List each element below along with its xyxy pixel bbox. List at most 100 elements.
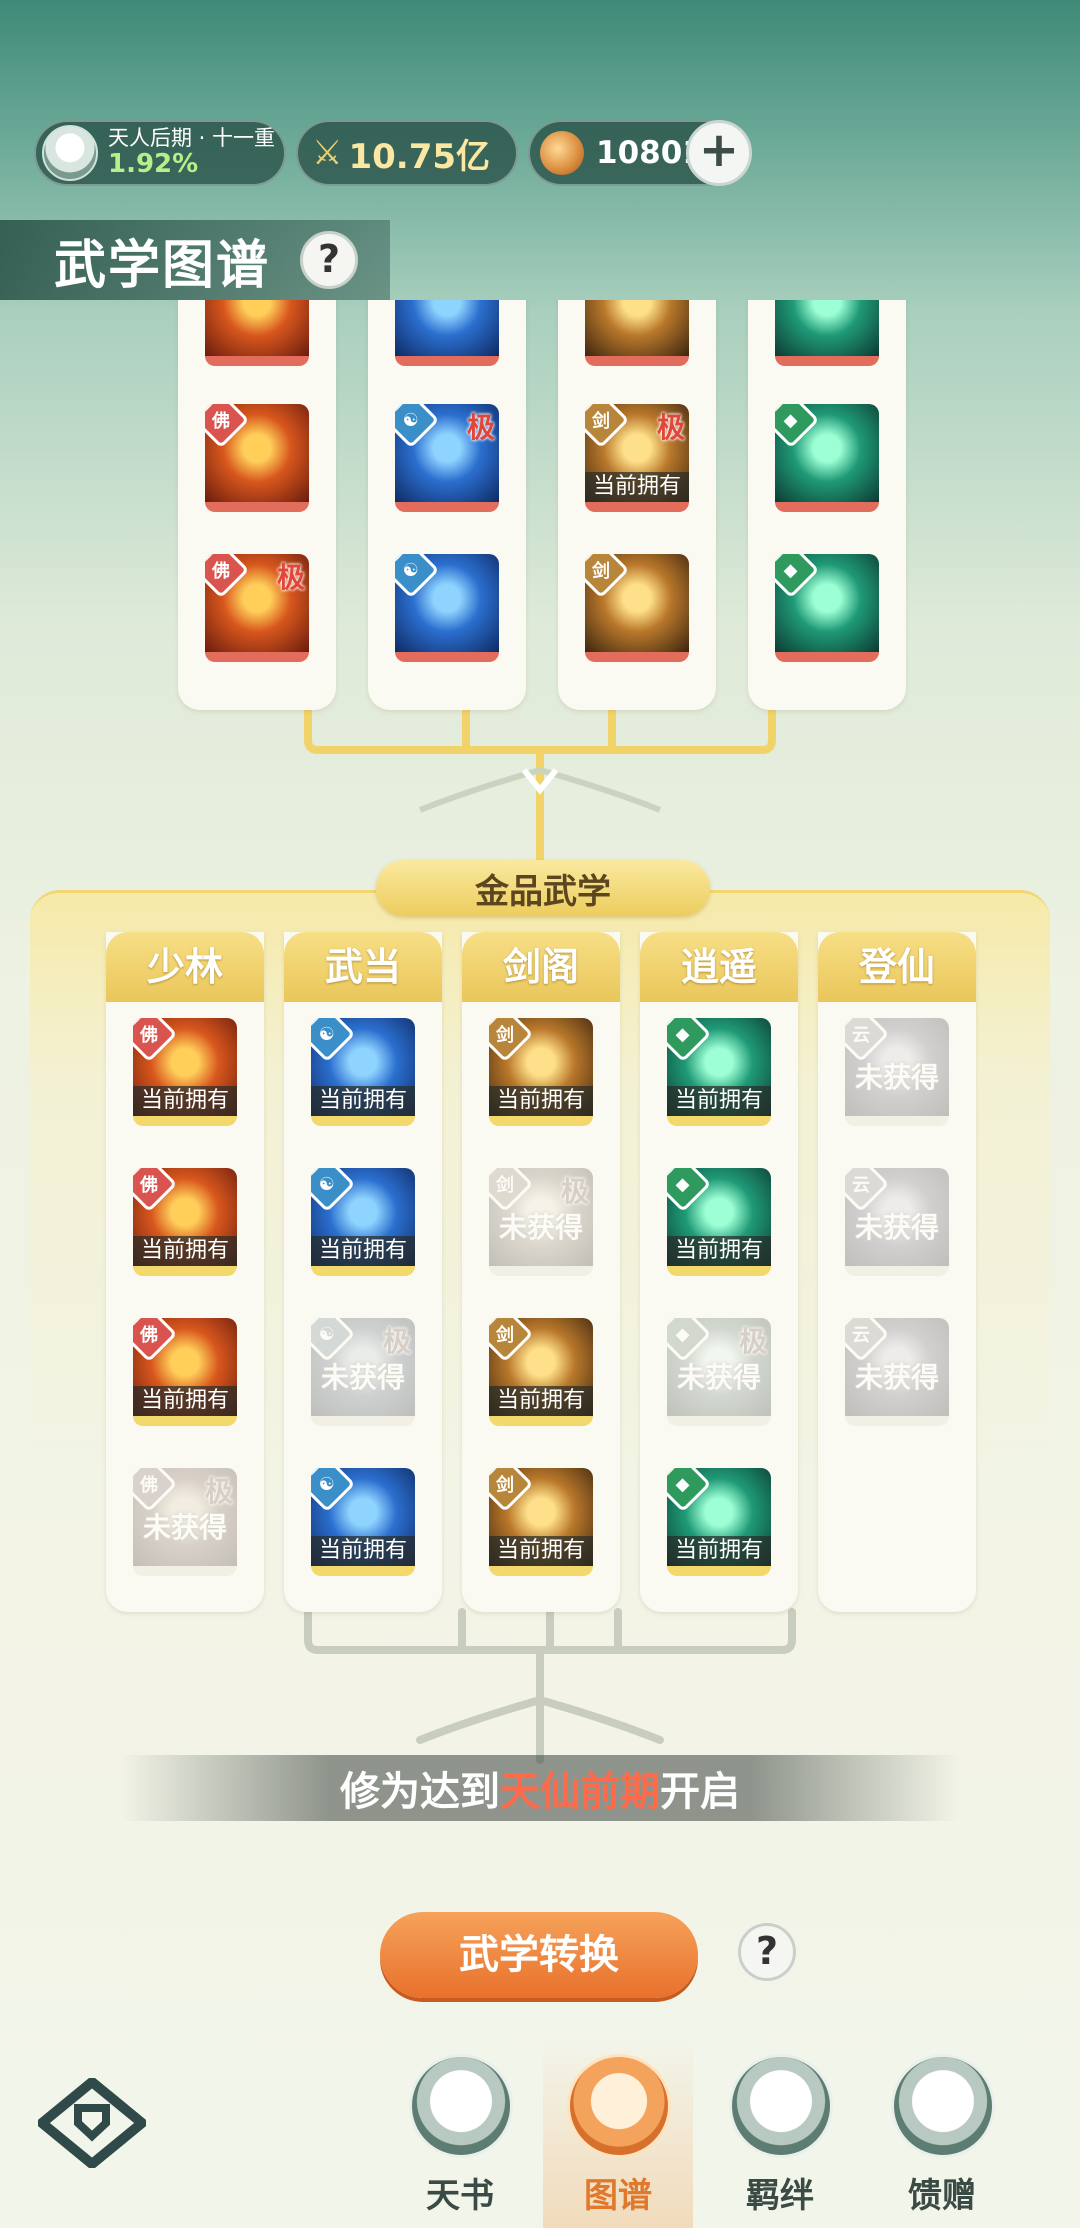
skill-tile[interactable]: ☯ 当前拥有 xyxy=(311,1468,415,1576)
unowned-label: 未获得 xyxy=(142,1511,227,1544)
unlock-notice: 修为达到 天仙前期 开启 xyxy=(120,1755,960,1821)
skill-tile[interactable]: 剑当前拥有 xyxy=(489,1018,593,1126)
extreme-grade-mark: 极 xyxy=(466,411,495,444)
skill-tile[interactable]: ◆ 极未获得 xyxy=(667,1318,771,1426)
sect-header[interactable]: 登仙 xyxy=(818,932,976,1002)
rank-name: 天人后期 · 十一重 xyxy=(108,126,276,151)
skill-tile[interactable]: ◆ xyxy=(775,300,879,366)
sect-header[interactable]: 逍遥 xyxy=(640,932,798,1002)
skill-tile[interactable]: ◆ xyxy=(775,554,879,662)
skill-tile[interactable]: 云未获得 xyxy=(845,1018,949,1126)
extreme-grade-mark: 极 xyxy=(382,1325,411,1358)
skill-art-icon xyxy=(775,300,879,356)
skill-tile[interactable]: 佛极未获得 xyxy=(133,1468,237,1576)
unowned-label: 未获得 xyxy=(320,1361,405,1394)
skill-tree-scroll-area[interactable]: 佛佛佛极☯☯极☯剑剑极当前拥有剑◆◆◆ 金品武学 少林佛当前拥有佛当前拥有佛当前… xyxy=(30,300,1050,1820)
unowned-label: 未获得 xyxy=(676,1361,761,1394)
skill-tile[interactable]: ☯ 极未获得 xyxy=(311,1318,415,1426)
unowned-label: 未获得 xyxy=(854,1361,939,1394)
home-diamond-icon[interactable] xyxy=(38,2078,146,2168)
owned-label: 当前拥有 xyxy=(311,1236,415,1266)
unowned-label: 未获得 xyxy=(498,1211,583,1244)
gift-icon xyxy=(891,2054,995,2158)
skill-tile[interactable]: ◆ xyxy=(775,404,879,512)
skill-art-icon xyxy=(395,300,499,356)
owned-label: 当前拥有 xyxy=(133,1386,237,1416)
title-bar: 武学图谱 ? xyxy=(0,220,390,300)
unlock-prefix: 修为达到 xyxy=(340,1769,500,1815)
skill-tile[interactable]: ◆ 当前拥有 xyxy=(667,1468,771,1576)
owned-label: 当前拥有 xyxy=(585,472,689,502)
extreme-grade-mark: 极 xyxy=(738,1325,767,1358)
player-avatar[interactable] xyxy=(42,125,98,181)
nav-tab-label: 馈赠 xyxy=(908,2176,976,2216)
scroll-map-icon xyxy=(567,2054,671,2158)
sect-header[interactable]: 武当 xyxy=(284,932,442,1002)
rank-chip[interactable]: 天人后期 · 十一重 1.92% xyxy=(34,120,286,186)
nav-tab-2[interactable]: 羁绊 xyxy=(705,2040,855,2228)
page-title: 武学图谱 xyxy=(54,235,271,296)
skill-tile[interactable]: ◆ 当前拥有 xyxy=(667,1018,771,1126)
combat-power-value: 10.75亿 xyxy=(348,136,491,177)
skill-tile[interactable]: 剑极未获得 xyxy=(489,1168,593,1276)
nav-tab-0[interactable]: 天书 xyxy=(385,2040,535,2228)
combat-power-chip: ⚔ 10.75亿 xyxy=(296,120,518,186)
sect-header[interactable]: 剑阁 xyxy=(462,932,620,1002)
skill-tile[interactable]: 佛 xyxy=(205,300,309,366)
extreme-grade-mark: 极 xyxy=(204,1475,233,1508)
unlock-suffix: 开启 xyxy=(660,1769,740,1815)
crossed-swords-icon: ⚔ xyxy=(312,133,343,173)
unlock-requirement: 天仙前期 xyxy=(500,1769,660,1815)
owned-label: 当前拥有 xyxy=(489,1536,593,1566)
owned-label: 当前拥有 xyxy=(311,1536,415,1566)
skill-tile[interactable]: 剑 xyxy=(585,554,689,662)
extreme-grade-mark: 极 xyxy=(560,1175,589,1208)
owned-label: 当前拥有 xyxy=(667,1536,771,1566)
owned-label: 当前拥有 xyxy=(489,1386,593,1416)
help-button[interactable]: ? xyxy=(300,231,359,289)
owned-label: 当前拥有 xyxy=(667,1086,771,1116)
add-currency-button[interactable]: + xyxy=(686,120,752,186)
skill-tile[interactable]: 云未获得 xyxy=(845,1318,949,1426)
unowned-label: 未获得 xyxy=(854,1211,939,1244)
owned-label: 当前拥有 xyxy=(133,1236,237,1266)
skill-tile[interactable]: ☯ 极 xyxy=(395,404,499,512)
skill-art-icon xyxy=(585,300,689,356)
rank-progress: 1.92% xyxy=(108,149,199,180)
skill-tile[interactable]: ☯ xyxy=(395,554,499,662)
currency-chip: 10801 + xyxy=(528,120,752,186)
skill-tile[interactable]: 剑当前拥有 xyxy=(489,1468,593,1576)
owned-label: 当前拥有 xyxy=(311,1086,415,1116)
gold-tier-banner: 金品武学 xyxy=(376,860,710,916)
skill-tile[interactable]: ◆ 当前拥有 xyxy=(667,1168,771,1276)
book-icon xyxy=(409,2054,513,2158)
skill-art-icon xyxy=(205,300,309,356)
skill-tile[interactable]: ☯ xyxy=(395,300,499,366)
convert-help-button[interactable]: ? xyxy=(738,1923,796,1981)
skill-tile[interactable]: ☯ 当前拥有 xyxy=(311,1168,415,1276)
unowned-label: 未获得 xyxy=(854,1061,939,1094)
nav-tab-label: 羁绊 xyxy=(746,2176,814,2216)
sect-header[interactable]: 少林 xyxy=(106,932,264,1002)
skill-convert-button[interactable]: 武学转换 xyxy=(380,1912,698,1998)
owned-label: 当前拥有 xyxy=(489,1086,593,1116)
owned-label: 当前拥有 xyxy=(667,1236,771,1266)
skill-tile[interactable]: 剑极当前拥有 xyxy=(585,404,689,512)
skill-tile[interactable]: 佛 xyxy=(205,404,309,512)
skill-tile[interactable]: ☯ 当前拥有 xyxy=(311,1018,415,1126)
skill-tile[interactable]: 佛当前拥有 xyxy=(133,1318,237,1426)
extreme-grade-mark: 极 xyxy=(276,561,305,594)
owned-label: 当前拥有 xyxy=(133,1086,237,1116)
skill-tile[interactable]: 云未获得 xyxy=(845,1168,949,1276)
skill-tile[interactable]: 佛当前拥有 xyxy=(133,1168,237,1276)
skill-tile[interactable]: 佛极 xyxy=(205,554,309,662)
rank-info: 天人后期 · 十一重 1.92% xyxy=(108,127,275,179)
nav-tab-1[interactable]: 图谱 xyxy=(543,2040,693,2228)
coin-icon xyxy=(540,131,584,175)
skill-tile[interactable]: 剑 xyxy=(585,300,689,366)
nav-tab-label: 图谱 xyxy=(584,2176,652,2216)
nav-tab-3[interactable]: 馈赠 xyxy=(867,2040,1017,2228)
extreme-grade-mark: 极 xyxy=(656,411,685,444)
skill-tile[interactable]: 剑当前拥有 xyxy=(489,1318,593,1426)
skill-tile[interactable]: 佛当前拥有 xyxy=(133,1018,237,1126)
